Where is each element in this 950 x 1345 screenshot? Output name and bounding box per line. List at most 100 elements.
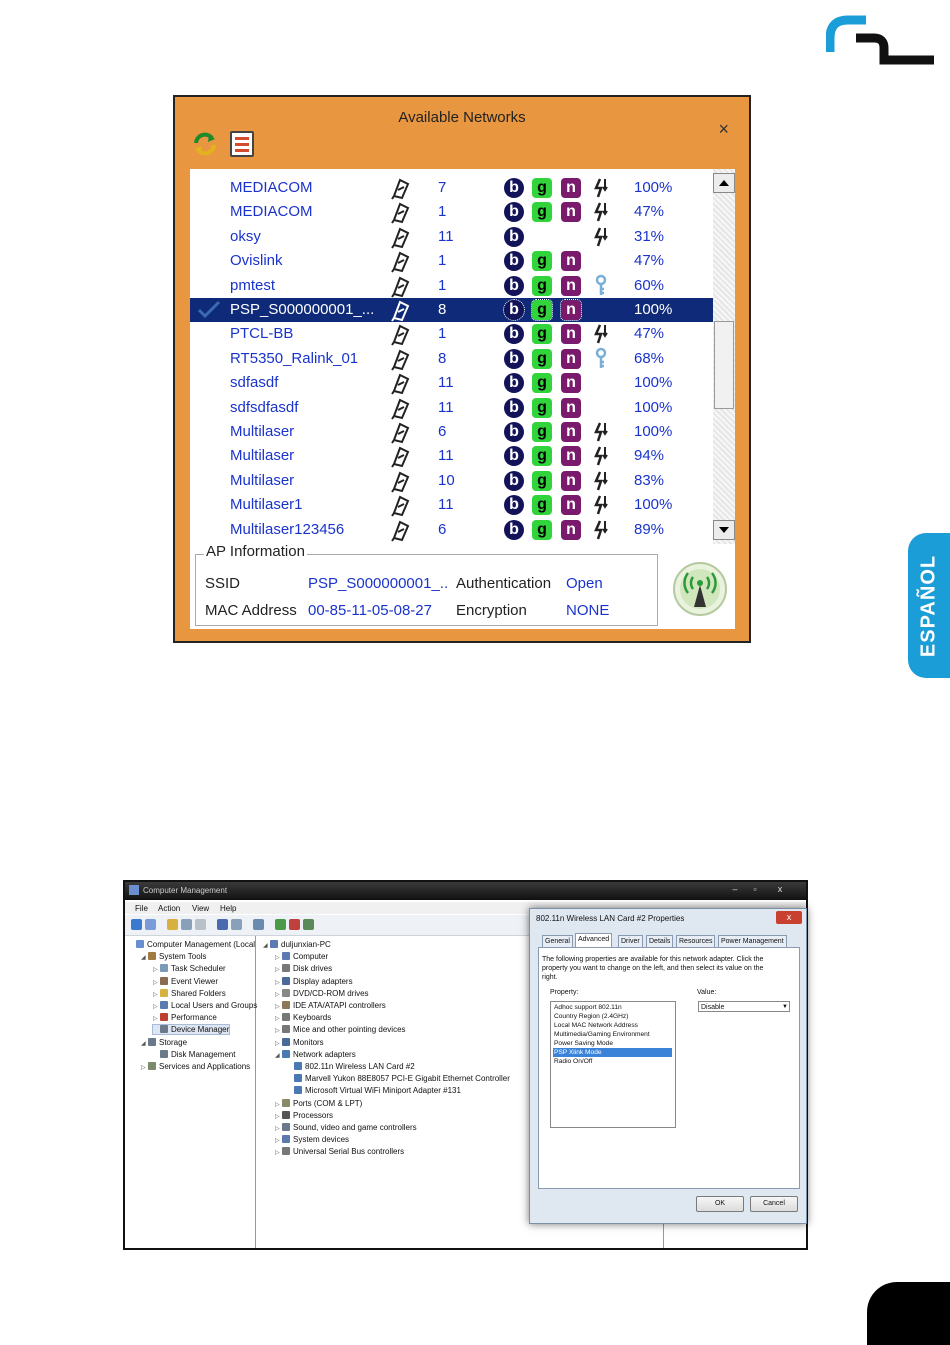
tab-general[interactable]: General xyxy=(542,935,573,947)
tree-item[interactable]: ▷ DVD/CD-ROM drives xyxy=(275,988,369,998)
tree-item[interactable]: ▷ Local Users and Groups xyxy=(153,1001,257,1010)
back-arrow-icon[interactable] xyxy=(131,919,142,930)
network-list[interactable]: MEDIACOM 7 b g n 100% MEDIACOM 1 b g n 47% oksy 11 b 31… xyxy=(190,169,713,544)
expand-arrow-icon[interactable]: ▷ xyxy=(153,991,160,998)
view-icon[interactable] xyxy=(231,919,242,930)
network-row[interactable]: Ovislink 1 b g n 47% xyxy=(190,249,713,273)
expand-arrow-icon[interactable]: ▷ xyxy=(275,954,282,961)
property-option[interactable]: Multimedia/Gaming Environment xyxy=(553,1030,672,1039)
tree-item[interactable]: ▷ Keyboards xyxy=(275,1013,331,1022)
expand-arrow-icon[interactable]: ◢ xyxy=(141,1040,148,1047)
maximize-button[interactable]: ▫ xyxy=(745,884,765,894)
expand-arrow-icon[interactable]: ◢ xyxy=(275,1052,282,1059)
expand-arrow-icon[interactable]: ▷ xyxy=(275,1003,282,1010)
tree-item[interactable]: Computer Management (Local xyxy=(129,940,255,949)
tree-item[interactable]: ▷ Display adapters xyxy=(275,976,353,986)
tree-item[interactable]: ▷ Sound, video and game controllers xyxy=(275,1123,417,1132)
tree-item[interactable]: ▷ Universal Serial Bus controllers xyxy=(275,1147,404,1156)
properties-icon[interactable] xyxy=(195,919,206,930)
tree-item[interactable]: ▷ Task Scheduler xyxy=(153,964,226,973)
property-option[interactable]: Local MAC Network Address xyxy=(553,1021,672,1030)
tab-resources[interactable]: Resources xyxy=(676,935,716,947)
expand-arrow-icon[interactable]: ◢ xyxy=(141,954,148,961)
tree-item[interactable]: ▷ Ports (COM & LPT) xyxy=(275,1098,362,1108)
network-row[interactable]: Multilaser 10 b g n 83% xyxy=(190,469,713,493)
expand-arrow-icon[interactable]: ▷ xyxy=(275,979,282,986)
tree-item[interactable]: 802.11n Wireless LAN Card #2 xyxy=(287,1062,415,1071)
list-icon[interactable] xyxy=(230,131,254,157)
tree-item[interactable]: ▷ System devices xyxy=(275,1135,349,1144)
expand-arrow-icon[interactable]: ▷ xyxy=(141,1064,148,1071)
tree-item[interactable]: Microsoft Virtual WiFi Miniport Adapter … xyxy=(287,1086,461,1095)
enable-device-icon[interactable] xyxy=(303,919,314,930)
property-option[interactable]: Adhoc support 802.11n xyxy=(553,1003,672,1012)
ok-button[interactable]: OK xyxy=(696,1196,744,1212)
tab-power-management[interactable]: Power Management xyxy=(718,935,787,947)
tree-item[interactable]: ▷ Monitors xyxy=(275,1037,324,1047)
tree-item[interactable]: Disk Management xyxy=(153,1049,235,1059)
network-row[interactable]: Multilaser123456 6 b g n 89% xyxy=(190,518,713,542)
expand-arrow-icon[interactable]: ▷ xyxy=(275,1040,282,1047)
network-row[interactable]: PTCL-BB 1 b g n 47% xyxy=(190,322,713,346)
network-row[interactable]: sdfsdfasdf 11 b g n 100% xyxy=(190,396,713,420)
property-option[interactable]: PSP Xlink Mode xyxy=(553,1048,672,1057)
tree-item[interactable]: Device Manager xyxy=(151,1024,231,1036)
tree-item[interactable]: ▷ Computer xyxy=(275,952,328,961)
tab-advanced[interactable]: Advanced xyxy=(575,933,613,948)
forward-arrow-icon[interactable] xyxy=(145,919,156,930)
network-row[interactable]: PSP_S000000001_... 8 b g n 100% xyxy=(190,298,713,322)
expand-arrow-icon[interactable]: ◢ xyxy=(263,942,270,949)
tree-item[interactable]: ▷ Performance xyxy=(153,1013,217,1022)
tree-item[interactable]: ◢ System Tools xyxy=(141,952,206,961)
network-row[interactable]: MEDIACOM 7 b g n 100% xyxy=(190,176,713,200)
menu-file[interactable]: File xyxy=(135,904,148,913)
expand-arrow-icon[interactable]: ▷ xyxy=(275,1113,282,1120)
up-folder-icon[interactable] xyxy=(167,919,178,930)
scrollbar[interactable] xyxy=(713,169,735,544)
tab-driver[interactable]: Driver xyxy=(618,935,643,947)
expand-arrow-icon[interactable]: ▷ xyxy=(275,966,282,973)
refresh-icon[interactable] xyxy=(192,131,218,157)
tree-item[interactable]: ▷ IDE ATA/ATAPI controllers xyxy=(275,1001,386,1010)
network-row[interactable]: sdfasdf 11 b g n 100% xyxy=(190,371,713,395)
expand-arrow-icon[interactable]: ▷ xyxy=(275,1027,282,1034)
expand-arrow-icon[interactable]: ▷ xyxy=(275,991,282,998)
expand-arrow-icon[interactable]: ▷ xyxy=(153,979,160,986)
tree-item[interactable]: ▷ Event Viewer xyxy=(153,976,218,986)
menu-help[interactable]: Help xyxy=(220,904,236,913)
tab-details[interactable]: Details xyxy=(646,935,674,947)
close-button[interactable]: × xyxy=(718,120,729,138)
tree-item[interactable]: ▷ Disk drives xyxy=(275,964,332,973)
property-option[interactable]: Radio On/Off xyxy=(553,1057,672,1066)
scan-hardware-icon[interactable] xyxy=(253,919,264,930)
network-row[interactable]: oksy 11 b 31% xyxy=(190,225,713,249)
tree-item[interactable]: ▷ Mice and other pointing devices xyxy=(275,1025,406,1034)
tree-item[interactable]: ◢ duljunxian-PC xyxy=(263,940,331,949)
property-option[interactable]: Country Region (2.4GHz) xyxy=(553,1012,672,1021)
expand-arrow-icon[interactable]: ▷ xyxy=(153,1003,160,1010)
network-row[interactable]: RT5350_Ralink_01 8 b g n 68% xyxy=(190,347,713,371)
tree-item[interactable]: Marvell Yukon 88E8057 PCI-E Gigabit Ethe… xyxy=(287,1074,510,1083)
network-row[interactable]: Multilaser 11 b g n 94% xyxy=(190,444,713,468)
tree-item[interactable]: ◢ Storage xyxy=(141,1037,187,1047)
uninstall-icon[interactable] xyxy=(289,919,300,930)
expand-arrow-icon[interactable]: ▷ xyxy=(275,1125,282,1132)
cancel-button[interactable]: Cancel xyxy=(750,1196,798,1212)
close-button[interactable]: x xyxy=(776,911,802,924)
network-row[interactable]: pmtest 1 b g n 60% xyxy=(190,274,713,298)
network-row[interactable]: Multilaser1 11 b g n 100% xyxy=(190,493,713,517)
show-hide-tree-icon[interactable] xyxy=(181,919,192,930)
update-driver-icon[interactable] xyxy=(275,919,286,930)
expand-arrow-icon[interactable]: ▷ xyxy=(153,1015,160,1022)
expand-arrow-icon[interactable]: ▷ xyxy=(153,966,160,973)
close-button[interactable]: x xyxy=(770,884,790,894)
tree-item[interactable]: ▷ Shared Folders xyxy=(153,988,226,998)
network-row[interactable]: MEDIACOM 1 b g n 47% xyxy=(190,200,713,224)
scroll-down-button[interactable] xyxy=(713,520,735,540)
expand-arrow-icon[interactable]: ▷ xyxy=(275,1149,282,1156)
value-select[interactable]: Disable ▼ xyxy=(698,1001,790,1012)
scroll-thumb[interactable] xyxy=(714,321,734,409)
wifi-tower-icon[interactable] xyxy=(672,561,728,617)
scroll-up-button[interactable] xyxy=(713,173,735,193)
property-list[interactable]: Adhoc support 802.11n Country Region (2.4… xyxy=(550,1001,676,1128)
